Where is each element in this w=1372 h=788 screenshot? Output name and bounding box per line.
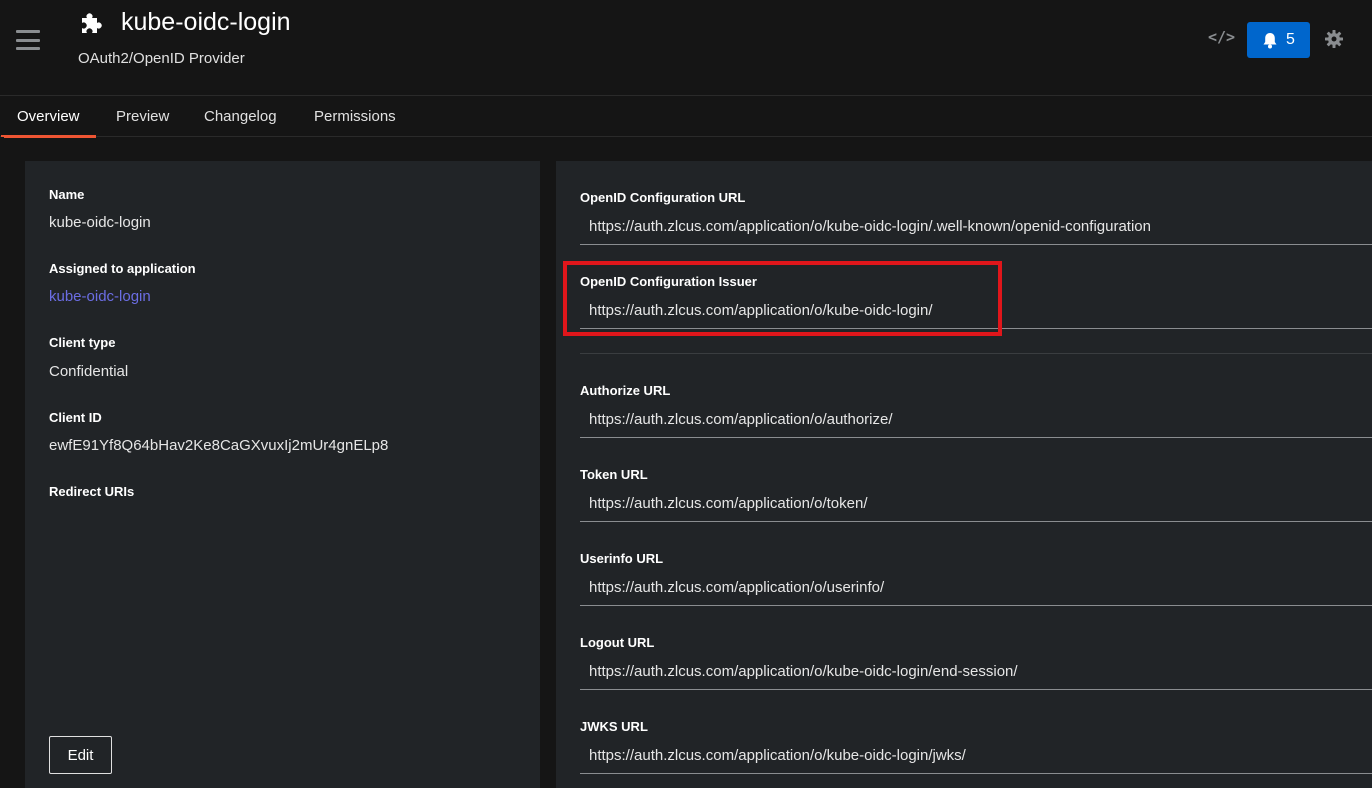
tab-bar: Overview Preview Changelog Permissions [0,96,1372,138]
tab-overview[interactable]: Overview [1,96,96,138]
name-label: Name [49,187,85,202]
client-id-label: Client ID [49,410,102,425]
tab-preview[interactable]: Preview [100,96,185,137]
jwks-url-label: JWKS URL [580,719,648,734]
page-title: kube-oidc-login [121,8,291,36]
tab-permissions[interactable]: Permissions [298,96,412,137]
provider-details-card: Name kube-oidc-login Assigned to applica… [25,161,540,788]
openid-configuration-url-field[interactable]: https://auth.zlcus.com/application/o/kub… [580,209,1372,245]
redirect-uris-label: Redirect URIs [49,484,135,499]
logout-url-label: Logout URL [580,635,655,650]
hamburger-menu-icon[interactable] [16,30,40,50]
authorize-url-field[interactable]: https://auth.zlcus.com/application/o/aut… [580,402,1372,438]
client-type-value: Confidential [49,363,129,380]
jwks-url-field[interactable]: https://auth.zlcus.com/application/o/kub… [580,738,1372,774]
notifications-button[interactable]: 5 [1247,22,1310,58]
puzzle-icon [82,13,102,33]
client-id-value: ewfE91Yf8Q64bHav2Ke8CaGXvuxIj2mUr4gnELp8 [49,437,389,454]
authorize-url-label: Authorize URL [580,383,671,398]
api-drawer-icon[interactable]: </> [1208,28,1235,50]
assigned-application-link[interactable]: kube-oidc-login [49,288,151,305]
openid-configuration-url-label: OpenID Configuration URL [580,190,746,205]
userinfo-url-field[interactable]: https://auth.zlcus.com/application/o/use… [580,570,1372,606]
logout-url-field[interactable]: https://auth.zlcus.com/application/o/kub… [580,654,1372,690]
userinfo-url-label: Userinfo URL [580,551,664,566]
page-subtitle: OAuth2/OpenID Provider [78,50,245,67]
bell-icon [1263,32,1277,48]
assigned-application-label: Assigned to application [49,261,196,276]
gear-icon[interactable] [1324,29,1344,49]
edit-button[interactable]: Edit [49,736,112,774]
tab-changelog[interactable]: Changelog [188,96,293,137]
left-edge [0,137,4,788]
openid-configuration-issuer-label: OpenID Configuration Issuer [580,274,757,289]
page-header: kube-oidc-login OAuth2/OpenID Provider <… [0,0,1372,96]
token-url-field[interactable]: https://auth.zlcus.com/application/o/tok… [580,486,1372,522]
token-url-label: Token URL [580,467,648,482]
name-value: kube-oidc-login [49,214,151,231]
provider-urls-card: OpenID Configuration URL https://auth.zl… [556,161,1372,788]
notification-count: 5 [1286,31,1295,48]
openid-configuration-issuer-field[interactable]: https://auth.zlcus.com/application/o/kub… [580,293,1372,329]
section-divider [580,353,1372,354]
client-type-label: Client type [49,335,116,350]
